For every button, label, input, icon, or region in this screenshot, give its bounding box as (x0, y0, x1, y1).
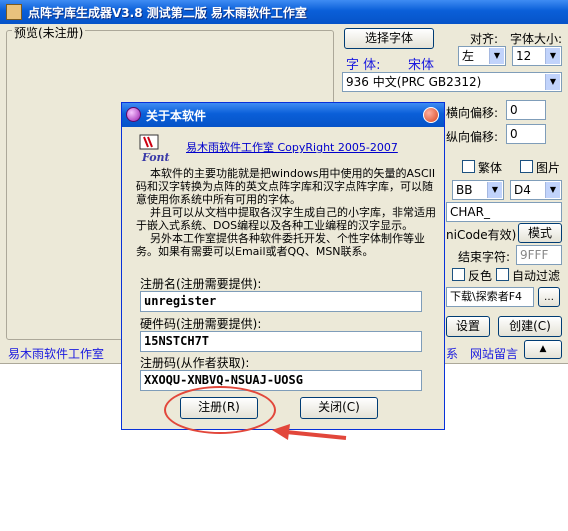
font-size-label: 字体大小: (510, 32, 563, 46)
chevron-down-icon: ▼ (545, 74, 560, 90)
h-offset-label: 横向偏移: (446, 106, 499, 120)
status-left[interactable]: 易木雨软件工作室 (8, 345, 104, 362)
up-triangle-icon: ▲ (539, 344, 547, 354)
annotation-ellipse (164, 386, 276, 434)
align-label: 对齐: (470, 32, 499, 46)
chevron-down-icon: ▼ (545, 48, 560, 64)
invert-checkbox[interactable] (452, 268, 465, 281)
end-char-field[interactable]: 9FFF (516, 245, 562, 265)
font-size-value: 12 (516, 49, 532, 63)
v-offset-value: 0 (510, 127, 518, 141)
font-label: 字 体: (346, 58, 381, 73)
traditional-label: 繁体 (478, 161, 503, 175)
end-char-label: 结束字符: (458, 250, 511, 264)
ellipsis-button[interactable]: … (538, 287, 560, 307)
bb-value: BB (456, 183, 473, 197)
chevron-down-icon: ▼ (545, 182, 560, 198)
collapse-button[interactable]: ▲ (524, 340, 562, 359)
dialog-icon (126, 107, 141, 122)
font-logo-icon: Font (139, 134, 170, 163)
font-size-select[interactable]: 12 ▼ (512, 46, 562, 66)
v-offset-label: 纵向偏移: (446, 130, 499, 144)
mode-button[interactable]: 模式 (518, 223, 562, 243)
app-icon (6, 4, 22, 20)
svg-text:Font: Font (141, 151, 170, 163)
reg-code-field[interactable]: XXOQU-XNBVQ-NSUAJ-UOSG (140, 370, 422, 391)
invert-label: 反色 (468, 269, 493, 283)
chevron-down-icon: ▼ (487, 182, 502, 198)
reg-code-label: 注册码(从作者获取): (140, 356, 250, 370)
reg-name-field[interactable]: unregister (140, 291, 422, 312)
charset-value: 936 中文(PRC GB2312) (346, 75, 482, 89)
h-offset-spinner[interactable]: 0 (506, 100, 546, 120)
char-prefix-field[interactable]: CHAR_ (446, 202, 562, 222)
image-checkbox[interactable] (520, 160, 533, 173)
bb-select[interactable]: BB ▼ (452, 180, 504, 200)
hw-code-label: 硬件码(注册需要提供): (140, 317, 262, 331)
reg-name-label: 注册名(注册需要提供): (140, 277, 262, 291)
dialog-title: 关于本软件 (146, 109, 207, 123)
about-dialog: 关于本软件 Font 易木雨软件工作室 CopyRight 2005-2007 … (121, 102, 445, 430)
annotation-arrow-icon (272, 424, 347, 440)
traditional-checkbox[interactable] (462, 160, 475, 173)
font-name: 宋体 (408, 58, 435, 73)
unicode-label: niCode有效) (446, 228, 517, 242)
close-button[interactable]: 关闭(C) (300, 397, 378, 419)
v-offset-spinner[interactable]: 0 (506, 124, 546, 144)
studio-link[interactable]: 易木雨软件工作室 CopyRight 2005-2007 (186, 139, 398, 155)
settings-button[interactable]: 设置 (446, 316, 490, 337)
image-label: 图片 (536, 161, 561, 175)
create-button[interactable]: 创建(C) (498, 316, 562, 337)
select-font-button[interactable]: 选择字体 (344, 28, 434, 49)
status-contact[interactable]: 系 (446, 345, 458, 362)
align-value: 左 (462, 49, 475, 63)
main-titlebar[interactable]: 点阵字库生成器V3.8 测试第二版 易木雨软件工作室 (0, 0, 568, 24)
status-forum[interactable]: 网站留言 (470, 345, 518, 362)
close-icon[interactable] (423, 107, 439, 123)
watermark-url: jingyan.baidu.com (470, 505, 563, 516)
d4-value: D4 (514, 183, 531, 197)
d4-select[interactable]: D4 ▼ (510, 180, 562, 200)
chevron-down-icon: ▼ (489, 48, 504, 64)
hw-code-field[interactable]: 15NSTCH7T (140, 331, 422, 352)
main-title: 点阵字库生成器V3.8 测试第二版 易木雨软件工作室 (28, 6, 307, 20)
charset-select[interactable]: 936 中文(PRC GB2312) ▼ (342, 72, 562, 92)
download-field[interactable]: 下载\探索者F4 (446, 287, 534, 307)
align-select[interactable]: 左 ▼ (458, 46, 506, 66)
auto-filter-label: 自动过滤 (512, 269, 561, 283)
dialog-description: 本软件的主要功能就是把windows用中使用的矢量的ASCII码和汉字转换为点阵… (136, 167, 436, 258)
h-offset-value: 0 (510, 103, 518, 117)
preview-label: 预览(未注册) (12, 24, 86, 41)
auto-filter-checkbox[interactable] (496, 268, 509, 281)
dialog-titlebar[interactable]: 关于本软件 (122, 103, 444, 127)
